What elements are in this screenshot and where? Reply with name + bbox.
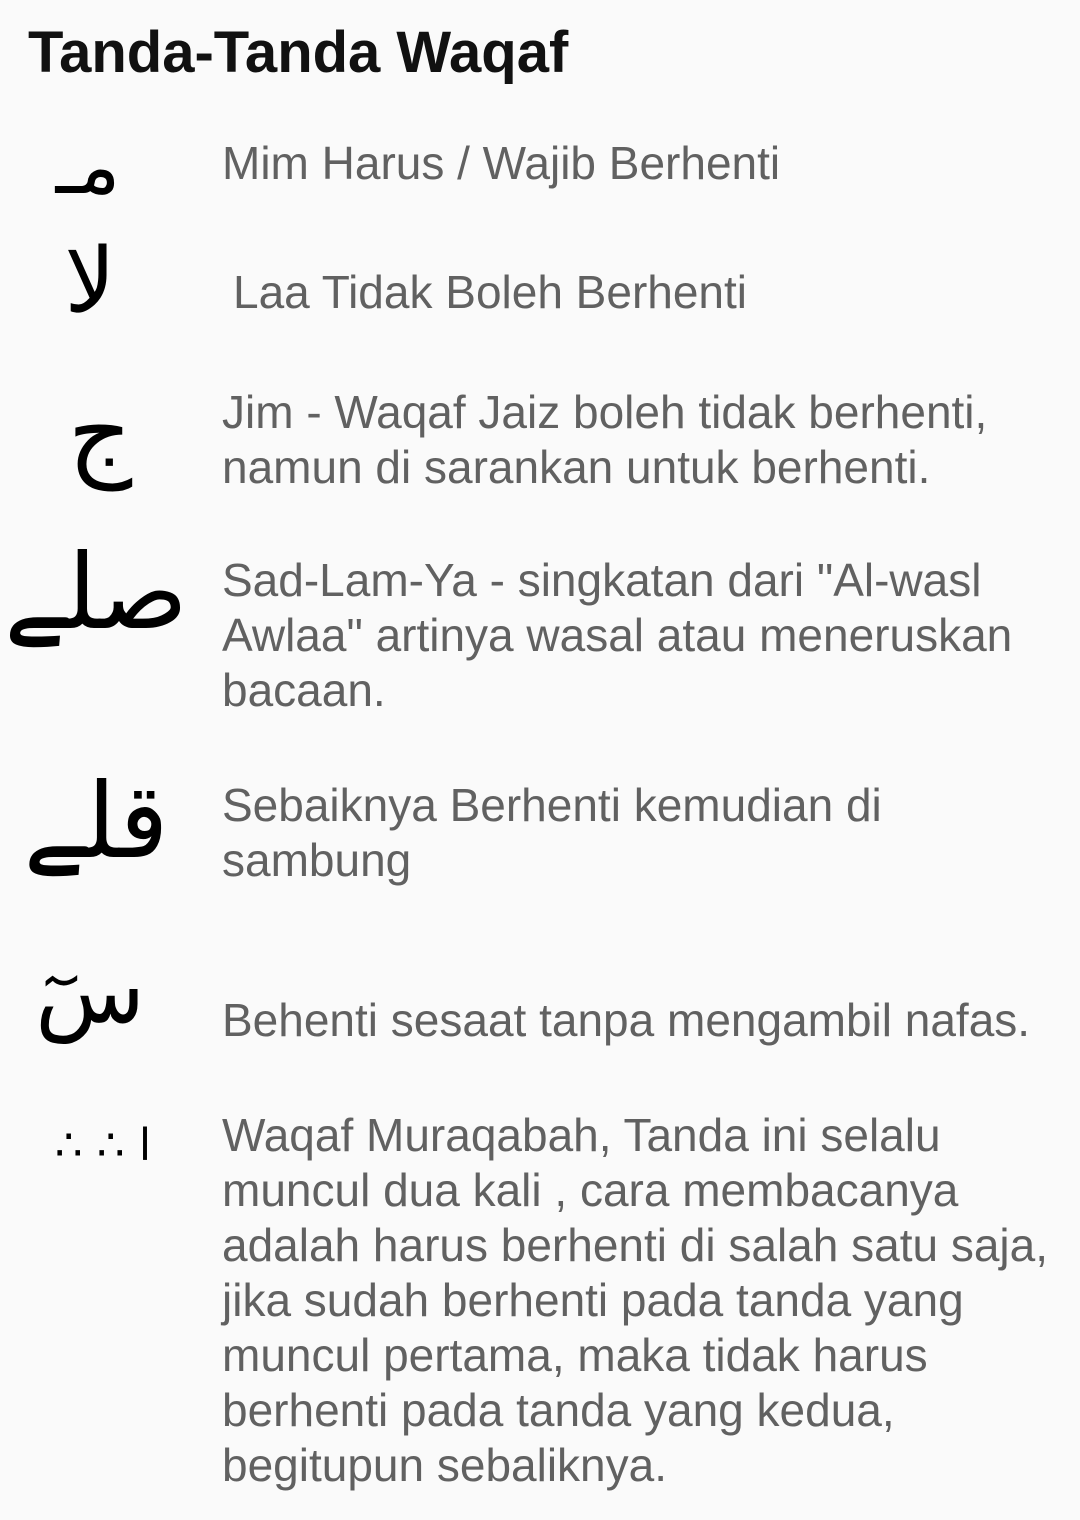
waqaf-item-sin: سٓ Behenti sesaat tanpa mengambil nafas. (0, 939, 1080, 1065)
waqaf-description-sin: Behenti sesaat tanpa mengambil nafas. (222, 994, 1031, 1046)
sad-lam-ya-waqaf-icon: صلے (4, 531, 188, 653)
muraqabah-dots-icon: ا ∴ ∴ (54, 1120, 152, 1171)
waqaf-item-jim: ج Jim - Waqaf Jaiz boleh tidak berhenti,… (0, 374, 1080, 495)
qaf-lam-ya-waqaf-icon: قلے (23, 760, 169, 882)
page-title: Tanda-Tanda Waqaf (28, 20, 569, 85)
waqaf-description-laa: Laa Tidak Boleh Berhenti (233, 266, 748, 318)
waqaf-description-jim: Jim - Waqaf Jaiz boleh tidak berhenti, n… (222, 386, 988, 493)
waqaf-description-sad-lam-ya: Sad-Lam-Ya - singkatan dari "Al-wasl Awl… (222, 554, 1013, 716)
waqaf-item-qaf-lam-ya: قلے Sebaiknya Berhenti kemudian di sambu… (0, 760, 1080, 898)
waqaf-description-qaf-lam-ya: Sebaiknya Berhenti kemudian di sambung (222, 779, 882, 886)
waqaf-description-mim: Mim Harus / Wajib Berhenti (222, 137, 781, 189)
jim-waqaf-icon: ج (67, 374, 133, 491)
waqaf-item-mim: مـ Mim Harus / Wajib Berhenti (0, 122, 1080, 212)
waqaf-item-sad-lam-ya: صلے Sad-Lam-Ya - singkatan dari "Al-wasl… (0, 531, 1080, 723)
laa-waqaf-icon: لا (64, 229, 116, 334)
waqaf-item-muraqabah: ا ∴ ∴ Waqaf Muraqabah, Tanda ini selalu … (0, 1108, 1080, 1498)
waqaf-item-laa: لا Laa Tidak Boleh Berhenti (0, 229, 1080, 345)
mim-waqaf-icon: مـ (55, 122, 121, 212)
sin-saktah-icon: سٓ (35, 939, 145, 1044)
waqaf-description-muraqabah: Waqaf Muraqabah, Tanda ini selalu muncul… (222, 1109, 1049, 1491)
